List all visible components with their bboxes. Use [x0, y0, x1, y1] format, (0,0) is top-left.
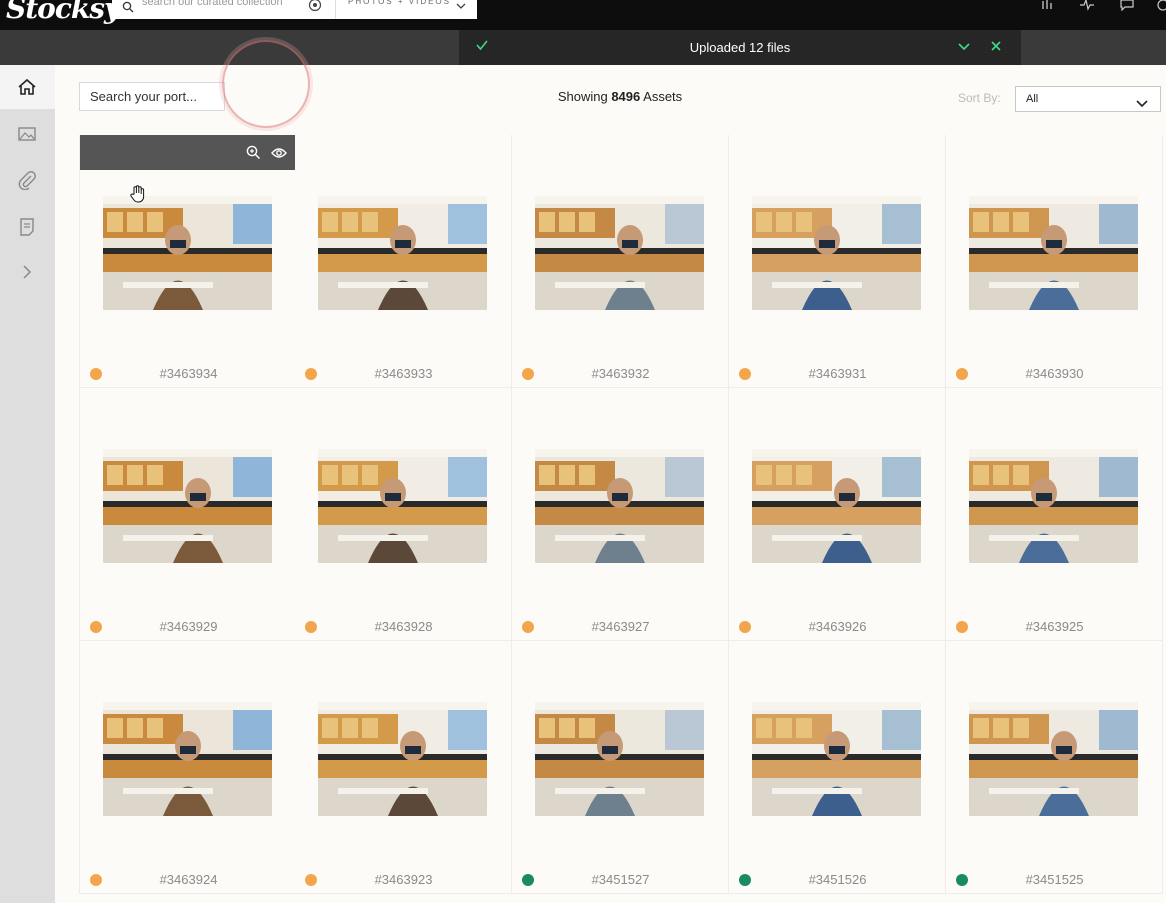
click-indicator	[222, 40, 310, 128]
asset-card[interactable]: #3451527	[512, 641, 729, 894]
asset-count: 8496	[611, 89, 641, 104]
asset-thumbnail[interactable]	[103, 449, 272, 563]
asset-thumbnail[interactable]	[535, 702, 704, 816]
sidebar	[0, 65, 55, 903]
asset-id: #3463924	[159, 872, 218, 887]
asset-thumbnail[interactable]	[752, 702, 921, 816]
asset-card[interactable]: #3463924	[79, 641, 296, 894]
account-icon[interactable]	[1154, 0, 1166, 16]
asset-card[interactable]: #3463929	[79, 388, 296, 641]
asset-id: #3463931	[808, 366, 867, 381]
asset-thumbnail[interactable]	[318, 702, 487, 816]
asset-id: #3463929	[159, 619, 218, 634]
asset-thumbnail[interactable]	[535, 196, 704, 310]
asset-id: #3463926	[808, 619, 867, 634]
asset-thumbnail[interactable]	[535, 449, 704, 563]
home-icon[interactable]	[17, 78, 37, 101]
sort-label: Sort By:	[958, 91, 1001, 105]
global-search-input[interactable]: search our curated collection	[142, 0, 302, 8]
portfolio-search-input[interactable]	[80, 83, 220, 110]
media-type-select[interactable]: PHOTOS + VIDEOS	[348, 0, 451, 6]
expand-sidebar-icon[interactable]	[17, 263, 37, 286]
asset-thumbnail[interactable]	[752, 196, 921, 310]
stocksy-logo[interactable]: Stocksy	[6, 0, 120, 25]
asset-id: #3463932	[591, 366, 650, 381]
top-bar: Stocksy search our curated collection PH…	[0, 0, 1166, 30]
asset-card[interactable]: #3463926	[729, 388, 946, 641]
chevron-down-icon	[1136, 95, 1148, 113]
upload-notification: Uploaded 12 files	[459, 30, 1021, 65]
asset-card[interactable]: #3463930	[946, 135, 1163, 388]
asset-thumbnail[interactable]	[318, 449, 487, 563]
sort-select[interactable]: All	[1015, 86, 1161, 112]
hand-cursor-icon	[128, 184, 148, 209]
search-divider	[335, 0, 336, 19]
global-search[interactable]: search our curated collection PHOTOS + V…	[112, 0, 477, 19]
search-icon	[122, 0, 134, 18]
asset-thumbnail[interactable]	[318, 196, 487, 310]
document-icon[interactable]	[17, 217, 37, 242]
activity-icon[interactable]	[1080, 0, 1094, 16]
asset-id: #3463928	[374, 619, 433, 634]
asset-card[interactable]: #3463928	[295, 388, 512, 641]
asset-thumbnail[interactable]	[103, 702, 272, 816]
asset-thumbnail[interactable]	[969, 196, 1138, 310]
close-icon[interactable]	[990, 39, 1002, 57]
sort-value: All	[1026, 93, 1039, 105]
asset-id: #3463925	[1025, 619, 1084, 634]
zoom-in-icon[interactable]	[246, 145, 261, 165]
portfolio-search[interactable]	[79, 82, 225, 111]
asset-card[interactable]: #3463934	[79, 135, 296, 388]
asset-id: #3463934	[159, 366, 218, 381]
asset-id: #3451526	[808, 872, 867, 887]
asset-id: #3463933	[374, 366, 433, 381]
showing-suffix: Assets	[643, 89, 683, 104]
asset-hover-toolbar	[80, 135, 296, 170]
asset-thumbnail[interactable]	[969, 449, 1138, 563]
asset-thumbnail[interactable]	[103, 196, 272, 310]
messages-icon[interactable]	[1120, 0, 1134, 16]
asset-count-label: Showing 8496 Assets	[470, 89, 770, 104]
asset-id: #3451527	[591, 872, 650, 887]
showing-prefix: Showing	[557, 89, 608, 104]
asset-card[interactable]: #3463933	[295, 135, 512, 388]
visual-search-icon[interactable]	[308, 0, 322, 17]
asset-card[interactable]: #3463931	[729, 135, 946, 388]
asset-id: #3463923	[374, 872, 433, 887]
asset-card[interactable]: #3451526	[729, 641, 946, 894]
asset-card[interactable]: #3451525	[946, 641, 1163, 894]
expand-chevron-icon[interactable]	[957, 40, 971, 58]
asset-card[interactable]: #3463932	[512, 135, 729, 388]
asset-card[interactable]: #3463925	[946, 388, 1163, 641]
asset-card[interactable]: #3463923	[295, 641, 512, 894]
asset-id: #3463927	[591, 619, 650, 634]
paperclip-icon[interactable]	[17, 170, 37, 195]
asset-thumbnail[interactable]	[752, 449, 921, 563]
asset-thumbnail[interactable]	[969, 702, 1138, 816]
preview-eye-icon[interactable]	[271, 146, 287, 164]
asset-id: #3463930	[1025, 366, 1084, 381]
chevron-down-icon[interactable]	[455, 0, 467, 17]
asset-id: #3451525	[1025, 872, 1084, 887]
stats-icon[interactable]	[1040, 0, 1054, 16]
image-icon[interactable]	[17, 125, 37, 148]
asset-card[interactable]: #3463927	[512, 388, 729, 641]
notification-message: Uploaded 12 files	[689, 40, 791, 55]
